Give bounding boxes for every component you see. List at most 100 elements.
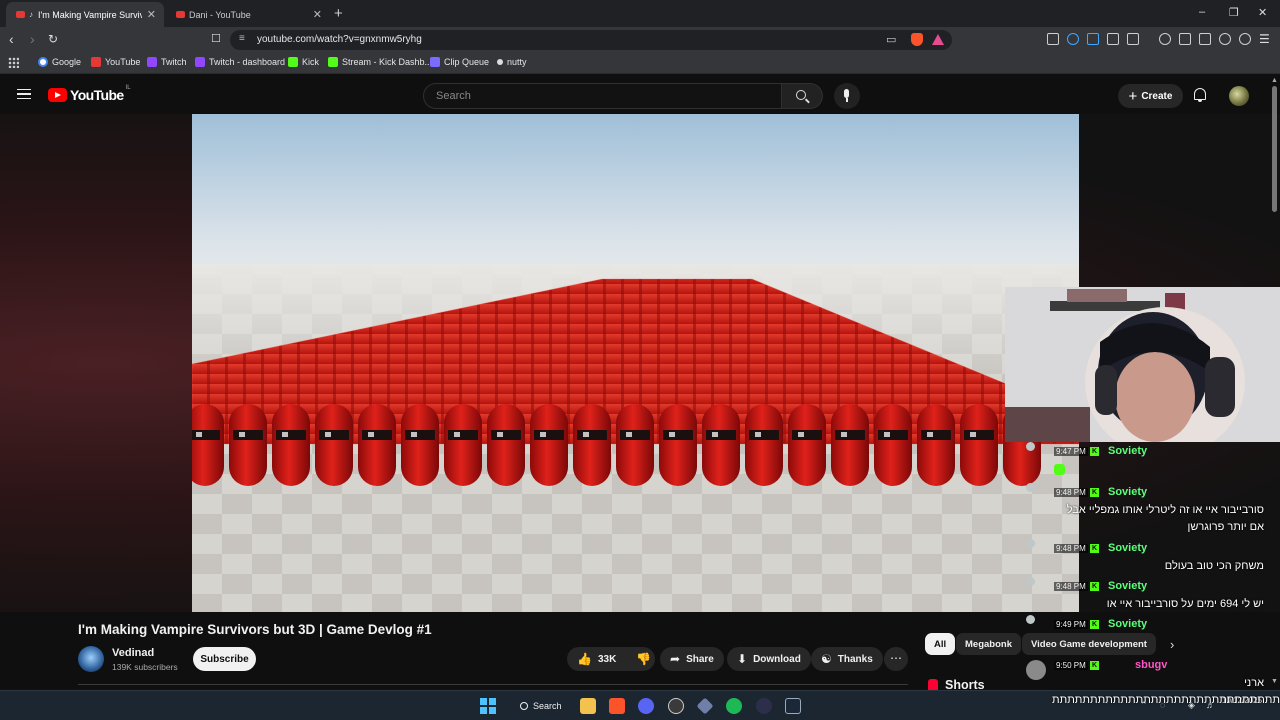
tab-title: Dani - YouTube [189, 9, 251, 20]
scroll-up-icon[interactable]: ▲ [1271, 77, 1278, 84]
brave-shields-icon[interactable] [911, 33, 923, 46]
chat-text: סורבייבור איי או זה ליטרלי אותו גמפליי א… [1066, 504, 1264, 533]
sunglasses-shine [884, 432, 890, 437]
chat-time: 9:48 PM [1054, 544, 1088, 553]
voice-search-icon[interactable] [834, 83, 860, 109]
address-bar[interactable]: ≡ youtube.com/watch?v=gnxnmw5ryhg ▭ [230, 30, 952, 50]
sunglasses-shine [583, 432, 589, 437]
thanks-button[interactable]: ☯ Thanks [811, 647, 883, 671]
video-frame [192, 114, 1079, 612]
translate-extension-icon[interactable] [1087, 33, 1099, 45]
account-avatar[interactable] [1229, 86, 1249, 106]
apps-grid-icon[interactable] [8, 57, 19, 68]
sunglasses-shine [411, 432, 417, 437]
extensions-puzzle-icon[interactable] [1107, 33, 1119, 45]
chat-time: 9:49 PM [1054, 620, 1088, 629]
more-actions-icon[interactable]: ⋯ [884, 647, 908, 671]
like-button[interactable]: 👍 33K [567, 647, 626, 671]
capsule-character [358, 404, 396, 486]
capsule-character [573, 404, 611, 486]
cast-icon[interactable]: ▭ [886, 33, 896, 46]
bookmark-youtube[interactable]: YouTube [91, 57, 140, 67]
page-scrollbar[interactable] [1272, 86, 1277, 212]
wallet-icon[interactable] [1199, 33, 1211, 45]
bookmark-clip-queue[interactable]: Clip Queue [430, 57, 489, 67]
plus-icon: + [1128, 87, 1138, 105]
channel-avatar[interactable] [78, 646, 104, 672]
chip-video-game-development[interactable]: Video Game development [1022, 633, 1156, 655]
bookmark-google[interactable]: Google [38, 57, 81, 67]
capsule-character [229, 404, 267, 486]
create-button[interactable]: + Create [1118, 84, 1183, 108]
chip-all[interactable]: All [925, 633, 956, 655]
music-icon[interactable] [1159, 33, 1171, 45]
search-button[interactable] [782, 83, 823, 109]
kick-badge-icon: K [1090, 447, 1099, 456]
youtube-logo[interactable]: YouTube IL [48, 85, 131, 103]
tab-vampire-survivors[interactable]: ♪ I'm Making Vampire Survivors ✕ [6, 2, 164, 27]
channel-name[interactable]: Vedinad [112, 647, 154, 659]
chevron-right-icon[interactable]: › [1170, 637, 1174, 652]
bookmark-kick[interactable]: Kick [288, 57, 319, 67]
reload-icon[interactable]: ↻ [48, 32, 58, 46]
download-icon: ⬇ [737, 652, 748, 666]
sidebar-icon[interactable] [1179, 33, 1191, 45]
audio-extension-icon[interactable] [1067, 33, 1079, 45]
chat-avatar [1026, 539, 1035, 548]
obs-icon[interactable] [668, 698, 684, 714]
download-button[interactable]: ⬇ Download [727, 647, 811, 671]
tab-dani-youtube[interactable]: Dani - YouTube ✕ [166, 2, 330, 27]
bookmark-icon[interactable]: ☐ [211, 32, 221, 45]
chip-megabonk[interactable]: Megabonk [956, 633, 1021, 655]
hamburger-menu-icon[interactable] [17, 89, 31, 99]
sunglasses-shine [497, 432, 503, 437]
leo-ai-icon[interactable] [1219, 33, 1231, 45]
chat-username: Soviety [1108, 580, 1148, 592]
windows-start-icon[interactable] [480, 698, 496, 714]
sunglasses-shine [196, 432, 202, 437]
capsule-character [788, 404, 826, 486]
brave-browser-icon[interactable] [609, 698, 625, 714]
steam-icon[interactable] [785, 698, 801, 714]
restore-icon[interactable]: ❐ [1229, 6, 1239, 19]
speaker-icon: ♪ [29, 10, 33, 19]
bookmark-twitch[interactable]: Twitch [147, 57, 187, 67]
video-player[interactable] [192, 114, 1079, 612]
scroll-down-icon[interactable]: ▼ [1271, 678, 1278, 685]
like-dislike-group: 👍 33K 👎 [567, 647, 655, 671]
menu-icon[interactable]: ☰ [1259, 32, 1270, 46]
vpn-shield-icon[interactable] [1239, 33, 1251, 45]
chat-time: 9:48 PM [1054, 488, 1088, 497]
sunglasses [405, 430, 435, 440]
spotify-icon[interactable] [726, 698, 742, 714]
kick-badge-icon: K [1090, 582, 1099, 591]
share-button[interactable]: ➦ Share [660, 647, 724, 671]
search-input[interactable] [424, 84, 781, 108]
chat-avatar [1026, 660, 1046, 680]
taskbar-search[interactable]: Search [511, 696, 569, 716]
bookmark-twitch-dashboard[interactable]: Twitch - dashboard [195, 57, 285, 67]
app-icon[interactable] [696, 697, 714, 715]
discord-icon[interactable] [638, 698, 654, 714]
bookmark-nutty[interactable]: nutty [497, 57, 527, 67]
capsule-character [530, 404, 568, 486]
streamer-app-icon[interactable] [756, 698, 772, 714]
file-explorer-icon[interactable] [580, 698, 596, 714]
thumbs-down-icon: 👎 [636, 652, 652, 666]
forward-icon[interactable]: › [30, 31, 35, 47]
close-window-icon[interactable]: ✕ [1258, 6, 1267, 19]
close-tab-icon[interactable]: ✕ [147, 8, 156, 21]
screenshot-extension-icon[interactable] [1047, 33, 1059, 45]
close-tab-icon[interactable]: ✕ [313, 8, 322, 21]
notifications-bell-icon[interactable] [1194, 88, 1206, 102]
new-tab-button[interactable]: + [334, 5, 343, 22]
sunglasses [362, 430, 392, 440]
minimize-icon[interactable]: – [1199, 6, 1205, 18]
brave-rewards-icon[interactable] [932, 34, 944, 45]
subscribe-button[interactable]: Subscribe [193, 647, 256, 671]
capture-extension-icon[interactable] [1127, 33, 1139, 45]
bookmark-kick-dashboard[interactable]: Stream - Kick Dashb... [328, 57, 432, 67]
back-icon[interactable]: ‹ [9, 31, 14, 47]
capsule-character [315, 404, 353, 486]
site-info-icon[interactable]: ≡ [239, 33, 245, 44]
